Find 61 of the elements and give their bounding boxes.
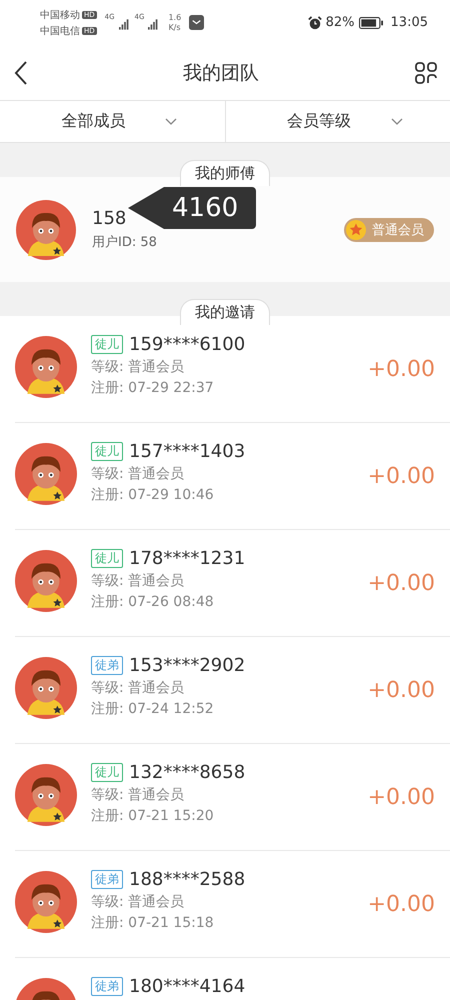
earnings-amount: +0.00 (368, 678, 435, 702)
speed-value: 1.6 (168, 12, 182, 22)
clock-time: 13:05 (390, 15, 428, 30)
carrier-name: 中国电信 (40, 24, 80, 38)
member-level: 等级: 普通会员 (91, 358, 186, 376)
register-time: 注册: 07-21 15:18 (91, 914, 215, 932)
battery-icon (358, 16, 383, 28)
register-time: 注册: 07-29 10:46 (91, 486, 215, 504)
earnings-amount: +0.00 (368, 464, 435, 488)
earnings-amount: +0.00 (368, 892, 435, 916)
earnings-amount: +0.00 (368, 356, 435, 382)
signal-icon (148, 19, 160, 30)
avatar-icon (16, 200, 76, 260)
member-level: 等级: 普通会员 (91, 572, 186, 590)
user-id: 用户ID: 58 (92, 234, 158, 251)
relation-tag: 徒弟 (91, 977, 123, 996)
message-icon (189, 15, 204, 30)
caret-icon (165, 118, 178, 126)
phone-number: 158 (92, 208, 128, 229)
earnings-amount: +0.00 (368, 784, 435, 810)
phone-number: 180****4164 (129, 976, 246, 997)
avatar-icon (15, 764, 77, 826)
section-label: 我的邀请 (180, 299, 270, 325)
member-level: 等级: 普通会员 (91, 465, 186, 483)
phone-number: 153****2902 (129, 655, 246, 676)
relation-tag: 徒儿 (91, 549, 123, 568)
phone-number: 178****1231 (129, 548, 246, 569)
register-time: 注册: 07-21 15:20 (91, 807, 215, 825)
caret-icon (390, 118, 403, 126)
count-tooltip: 4160 (128, 187, 256, 229)
section-label: 我的师傅 (180, 160, 270, 186)
register-time: 注册: 07-29 22:37 (91, 379, 215, 397)
avatar-icon (15, 657, 77, 719)
relation-tag: 徒儿 (91, 442, 123, 461)
relation-tag: 徒儿 (91, 335, 123, 354)
avatar-icon (15, 871, 77, 933)
grid-menu-button[interactable] (414, 60, 438, 84)
relation-tag: 徒弟 (91, 656, 123, 675)
avatar-icon (15, 550, 77, 612)
relation-tag: 徒儿 (91, 763, 123, 782)
phone-number: 157****1403 (129, 441, 246, 462)
phone-number: 159****6100 (129, 334, 246, 355)
back-button[interactable] (14, 60, 28, 86)
relation-tag: 徒弟 (91, 870, 123, 889)
phone-number: 188****2588 (129, 869, 246, 890)
avatar-icon (15, 336, 77, 398)
battery-percent: 82% (326, 15, 355, 30)
page-title: 我的团队 (183, 60, 259, 86)
register-time: 注册: 07-26 08:48 (91, 593, 215, 611)
member-level: 等级: 普通会员 (91, 679, 186, 697)
avatar-icon (15, 443, 77, 505)
earnings-amount: +0.00 (368, 570, 435, 596)
register-time: 注册: 07-24 12:52 (91, 700, 215, 718)
signal-icon (118, 19, 131, 30)
member-level: 等级: 普通会员 (91, 893, 186, 911)
alarm-icon (308, 16, 322, 30)
member-level: 等级: 普通会员 (91, 786, 186, 804)
member-badge: 普通会员 (344, 218, 434, 242)
carrier-name: 中国移动 (40, 8, 80, 22)
phone-number: 132****8658 (129, 762, 246, 783)
speed-unit: K/s (168, 22, 182, 32)
